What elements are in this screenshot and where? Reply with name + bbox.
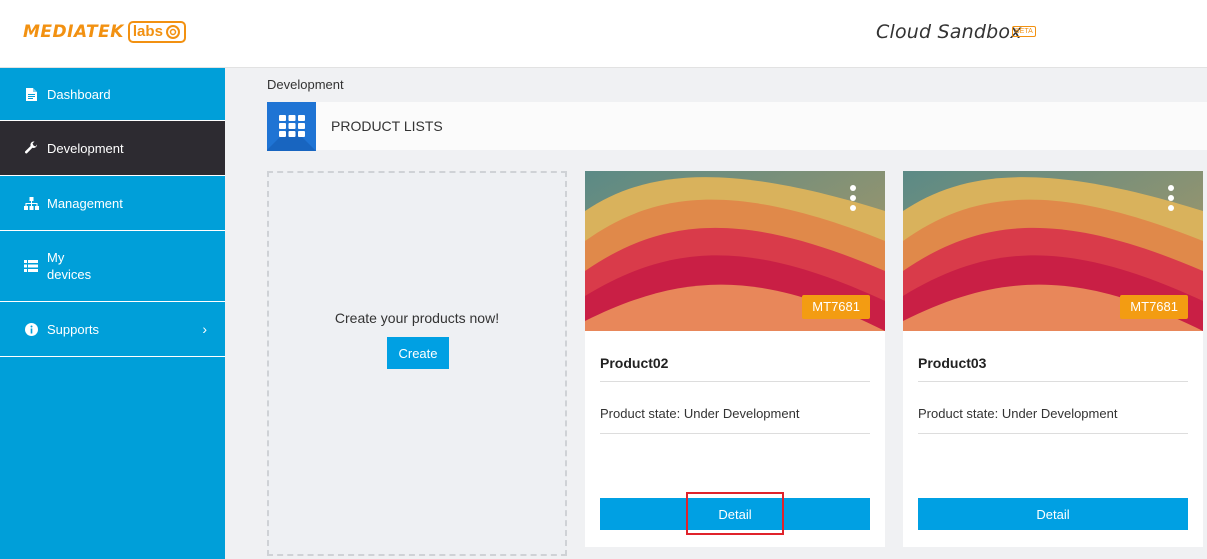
- product-cover-image: MT7681: [585, 171, 885, 331]
- sidebar: Dashboard Development Management My devi…: [0, 68, 225, 559]
- sidebar-item-label: Dashboard: [47, 86, 111, 102]
- sidebar-item-my-devices[interactable]: My devices: [0, 231, 225, 302]
- wrench-icon: [23, 140, 39, 156]
- label-line-2: devices: [47, 267, 92, 282]
- detail-button[interactable]: Detail: [600, 498, 870, 530]
- labs-gear-icon: [165, 25, 180, 39]
- sidebar-item-label: Management: [47, 195, 123, 211]
- app-title: Cloud Sandbox: [876, 21, 1022, 43]
- product-cover-image: MT7681: [903, 171, 1203, 331]
- sidebar-item-label: My devices: [47, 249, 91, 283]
- document-icon: [23, 86, 39, 102]
- logo-labs-badge: labs: [127, 21, 186, 43]
- detail-button[interactable]: Detail: [918, 498, 1188, 530]
- divider: [600, 433, 870, 434]
- label-line-1: My: [47, 250, 65, 265]
- sidebar-item-management[interactable]: Management: [0, 176, 225, 231]
- more-options-icon[interactable]: [849, 185, 857, 211]
- sidebar-item-dashboard[interactable]: Dashboard: [0, 68, 225, 121]
- list-icon: [23, 258, 39, 274]
- product-name: Product02: [600, 355, 669, 371]
- chip-badge: MT7681: [802, 295, 870, 319]
- divider: [600, 381, 870, 382]
- create-prompt-text: Create your products now!: [334, 310, 500, 326]
- section-title: PRODUCT LISTS: [331, 118, 443, 134]
- product-state: Product state: Under Development: [918, 406, 1118, 421]
- create-product-panel: Create your products now! Create: [267, 171, 567, 556]
- sidebar-item-label: Supports: [47, 321, 100, 337]
- product-card: MT7681 Product03 Product state: Under De…: [903, 171, 1203, 547]
- grid-icon: [267, 102, 316, 151]
- more-options-icon[interactable]: [1167, 185, 1175, 211]
- chevron-right-icon: ›: [202, 321, 207, 337]
- product-card: MT7681 Product02 Product state: Under De…: [585, 171, 885, 547]
- sidebar-item-supports[interactable]: Supports ›: [0, 302, 225, 357]
- divider: [918, 433, 1188, 434]
- top-header: MEDIATEK labs Cloud Sandbox BETA: [0, 0, 1207, 68]
- beta-badge: BETA: [1012, 26, 1036, 37]
- chip-badge: MT7681: [1120, 295, 1188, 319]
- product-name: Product03: [918, 355, 987, 371]
- info-icon: [23, 321, 39, 337]
- sidebar-item-label: Development: [47, 140, 124, 156]
- divider: [918, 381, 1188, 382]
- logo-labs-text: labs: [132, 23, 163, 40]
- breadcrumb[interactable]: Development: [267, 77, 344, 92]
- section-header: PRODUCT LISTS: [267, 102, 1207, 151]
- sidebar-item-development[interactable]: Development: [0, 121, 225, 176]
- logo-text: MEDIATEK: [23, 22, 124, 42]
- product-state: Product state: Under Development: [600, 406, 800, 421]
- mediatek-labs-logo[interactable]: MEDIATEK labs: [23, 20, 186, 44]
- sitemap-icon: [23, 195, 39, 211]
- create-button[interactable]: Create: [387, 337, 449, 369]
